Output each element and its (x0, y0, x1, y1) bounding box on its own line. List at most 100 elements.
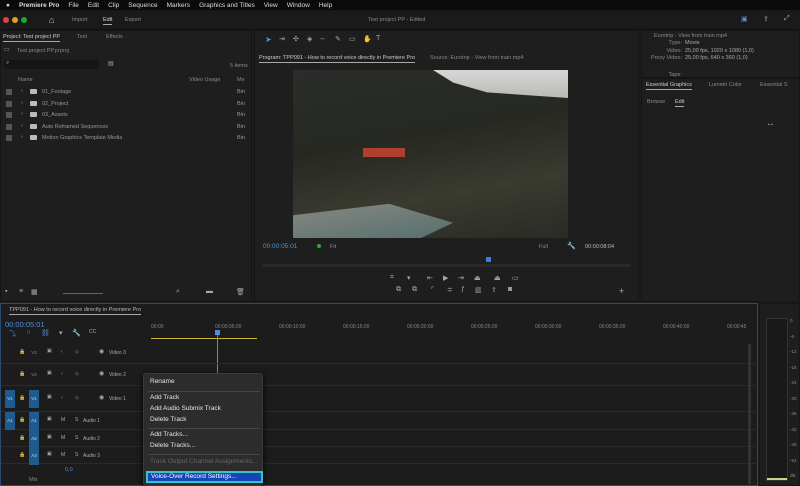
project-bin-row[interactable]: › 03_Assets Bin (1, 110, 251, 121)
fx-icon[interactable]: ƒ (461, 286, 465, 293)
playhead-timecode[interactable]: 00:00:05:01 (263, 243, 297, 250)
menu-item-voice-over-record-settings[interactable]: Voice-Over Record Settings... (146, 471, 263, 483)
tab-program[interactable]: Program: TPP091 - How to record voice di… (259, 55, 416, 63)
menu-help[interactable]: Help (319, 2, 332, 9)
eye-icon[interactable]: ◉ (99, 348, 104, 355)
export-frame-icon[interactable]: ⇪ (491, 286, 497, 294)
mute-icon[interactable]: M (61, 417, 65, 423)
menu-edit[interactable]: Edit (88, 2, 99, 9)
new-bin-icon[interactable]: ▤ (108, 60, 114, 67)
track-row[interactable]: A1 🔒 A1 ▣ M S Audio 1 (1, 412, 758, 430)
overwrite-icon[interactable]: ⧉ (412, 286, 417, 294)
camera-icon[interactable]: ◙ (508, 286, 512, 293)
vertical-scrollbar[interactable] (748, 344, 751, 484)
tab-lumetri-color[interactable]: Lumetri Color (709, 82, 742, 88)
linked-selection-icon[interactable]: ⛓ (41, 329, 50, 337)
label-color-swatch[interactable] (6, 100, 12, 107)
project-bin-row[interactable]: › Motion Graphics Template Media Bin (1, 133, 251, 144)
slip-icon[interactable]: ↔ (319, 35, 326, 42)
label-color-swatch[interactable] (6, 112, 12, 118)
menu-item-add-track[interactable]: Add Track (150, 394, 179, 401)
track-row[interactable]: 🔒 V3 ▣ ‹ ◇ ◉ Video 3 (1, 342, 758, 364)
insert-icon[interactable]: ⧉ (396, 286, 401, 294)
menu-item-delete-track[interactable]: Delete Track (150, 416, 187, 423)
wrench-icon[interactable]: 🔧 (567, 242, 576, 250)
tab-essential-sound[interactable]: Essential S (760, 82, 788, 88)
rectangle-icon[interactable]: ▭ (349, 35, 356, 43)
timeline-timecode[interactable]: 00:00:05:01 (5, 320, 45, 329)
ripple-edit-icon[interactable]: ✣ (293, 35, 299, 43)
track-row[interactable]: 🔒 V2 ▣ ‹ ◇ ◉ Video 2 (1, 364, 758, 386)
compare-icon[interactable]: ▥ (475, 286, 482, 294)
tab-import[interactable]: Import (72, 17, 88, 23)
keyframe-prev-icon[interactable]: ‹ (61, 395, 63, 401)
lock-icon[interactable]: 🔒 (19, 435, 25, 441)
trim-icon[interactable]: ⌜ (431, 286, 434, 294)
expand-chevron-icon[interactable]: › (21, 100, 23, 106)
add-marker-icon[interactable]: ▾ (59, 329, 63, 337)
align-icon[interactable]: ≑ (447, 286, 453, 294)
align-icon[interactable]: ▪ ▪ (768, 122, 773, 128)
menu-graphics[interactable]: Graphics and Titles (199, 2, 255, 9)
track-target[interactable]: A1 (29, 412, 39, 430)
mark-in-icon[interactable]: ⌗ (390, 274, 394, 282)
track-target[interactable]: V2 (29, 366, 39, 384)
eye-icon[interactable]: ◉ (99, 370, 104, 377)
quality-select[interactable]: Full (539, 244, 548, 250)
new-bin-icon[interactable]: ▬ (206, 288, 213, 295)
home-icon[interactable]: ⌂ (49, 15, 54, 25)
sync-lock-icon[interactable]: ▣ (47, 394, 52, 400)
tab-text[interactable]: Text (77, 34, 87, 40)
tab-source[interactable]: Source: Eurotrip - View from train.mp4 (430, 55, 523, 61)
track-row[interactable]: 🔒 A3 ▣ M S Audio 3 (1, 446, 758, 465)
extract-icon[interactable]: ⏏ (494, 274, 501, 282)
menu-app[interactable]: Premiere Pro (19, 2, 59, 9)
lock-icon[interactable]: 🔒 (19, 395, 25, 401)
captions-icon[interactable]: CC (89, 329, 96, 335)
track-row[interactable]: 🔒 A2 ▣ M S Audio 2 (1, 429, 758, 448)
step-back-icon[interactable]: ⇤ (427, 274, 433, 282)
label-color-swatch[interactable] (6, 135, 12, 141)
lock-icon[interactable]: 🔒 (19, 349, 25, 355)
menu-item-delete-tracks[interactable]: Delete Tracks... (150, 442, 195, 449)
share-icon[interactable]: ⇪ (763, 15, 769, 23)
solo-icon[interactable]: S (75, 435, 78, 441)
solo-icon[interactable]: S (75, 452, 78, 458)
sync-lock-icon[interactable]: ▣ (47, 451, 52, 457)
lift-icon[interactable]: ⏏ (474, 274, 481, 282)
tab-edit-graphics[interactable]: Edit (675, 99, 685, 107)
keyframe-icon[interactable]: ◇ (75, 371, 79, 377)
solo-icon[interactable]: S (75, 417, 78, 423)
menu-item-rename[interactable]: Rename (150, 378, 175, 385)
label-color-swatch[interactable] (6, 89, 12, 95)
keyframe-icon[interactable]: ◇ (75, 395, 79, 401)
menu-file[interactable]: File (68, 2, 78, 9)
menu-window[interactable]: Window (287, 2, 310, 9)
track-target[interactable]: A3 (29, 446, 39, 465)
sync-lock-icon[interactable]: ▣ (47, 416, 52, 422)
zoom-select[interactable]: Fit (330, 244, 336, 250)
sync-lock-icon[interactable]: ▣ (47, 434, 52, 440)
settings-icon[interactable]: 🔧 (72, 329, 81, 337)
marker-icon[interactable]: ▾ (407, 274, 411, 282)
fullscreen-icon[interactable]: ⤢ (784, 15, 790, 23)
lock-icon[interactable]: 🔒 (19, 452, 25, 458)
add-button-icon[interactable]: + (619, 286, 624, 296)
tab-browse[interactable]: Browse (647, 99, 665, 105)
play-icon[interactable]: ▶ (443, 274, 448, 282)
project-bin-row[interactable]: › Auto Reframed Sequences Bin (1, 122, 251, 133)
close-window-button[interactable] (3, 17, 9, 23)
project-bin-row[interactable]: › 02_Project Bin (1, 99, 251, 110)
mute-icon[interactable]: M (61, 435, 65, 441)
column-media[interactable]: Me (237, 77, 245, 83)
search-icon[interactable]: ⌕ (176, 288, 180, 296)
mute-icon[interactable]: M (61, 452, 65, 458)
project-search-input[interactable]: ⌕ (4, 60, 99, 69)
column-video-usage[interactable]: Video Usage (189, 77, 220, 83)
playhead-handle[interactable] (215, 330, 220, 335)
snap-icon[interactable]: ∩ (26, 329, 31, 336)
expand-chevron-icon[interactable]: › (21, 134, 23, 140)
mix-value[interactable]: 0,0 (65, 467, 73, 473)
zoom-window-button[interactable] (21, 17, 27, 23)
track-target[interactable]: V1 (29, 390, 39, 408)
